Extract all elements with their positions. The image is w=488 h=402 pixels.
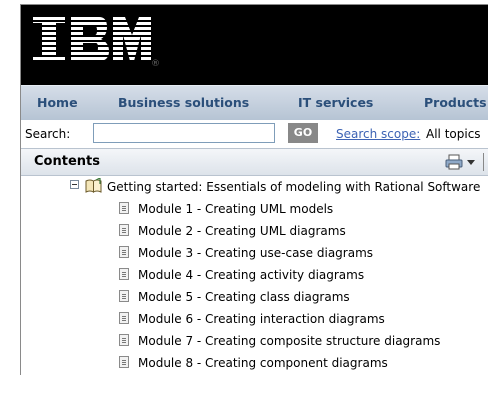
nav-home[interactable]: Home bbox=[37, 95, 78, 110]
module-label: Module 2 - Creating UML diagrams bbox=[138, 224, 346, 238]
topic-document-icon bbox=[119, 312, 129, 324]
collapse-icon[interactable] bbox=[70, 180, 79, 189]
nav-products[interactable]: Products bbox=[424, 95, 487, 110]
dropdown-caret-icon[interactable] bbox=[467, 160, 475, 165]
tree-root-label: Getting started: Essentials of modeling … bbox=[107, 180, 481, 194]
module-label: Module 5 - Creating class diagrams bbox=[138, 290, 350, 304]
topic-document-icon bbox=[119, 334, 129, 346]
masthead: ® bbox=[21, 5, 488, 85]
toolbar-divider bbox=[483, 153, 484, 171]
contents-toolbar: Contents bbox=[21, 148, 488, 176]
ibm-logo[interactable] bbox=[33, 17, 151, 61]
search-scope-link[interactable]: Search scope: bbox=[336, 127, 420, 141]
registered-mark-icon: ® bbox=[151, 59, 160, 69]
print-icon[interactable] bbox=[445, 154, 463, 170]
module-label: Module 4 - Creating activity diagrams bbox=[138, 268, 365, 282]
module-label: Module 3 - Creating use-case diagrams bbox=[138, 246, 374, 260]
module-label: Module 8 - Creating component diagrams bbox=[138, 356, 388, 370]
help-window: ® Home Business solutions IT services Pr… bbox=[20, 4, 488, 375]
search-label: Search: bbox=[25, 127, 71, 141]
search-scope-value: All topics bbox=[426, 127, 481, 141]
open-book-icon bbox=[85, 178, 102, 193]
nav-business-solutions[interactable]: Business solutions bbox=[118, 95, 249, 110]
module-label: Module 7 - Creating composite structure … bbox=[138, 334, 441, 348]
topic-document-icon bbox=[119, 202, 129, 214]
topic-document-icon bbox=[119, 290, 129, 302]
module-label: Module 1 - Creating UML models bbox=[138, 202, 334, 216]
topic-document-icon bbox=[119, 224, 129, 236]
go-button[interactable]: GO bbox=[288, 123, 318, 143]
module-label: Module 6 - Creating interaction diagrams bbox=[138, 312, 385, 326]
top-navigation: Home Business solutions IT services Prod… bbox=[21, 85, 488, 121]
topic-document-icon bbox=[119, 246, 129, 258]
search-input[interactable] bbox=[93, 123, 275, 143]
topic-document-icon bbox=[119, 356, 129, 368]
contents-title: Contents bbox=[34, 154, 100, 169]
topic-document-icon bbox=[119, 268, 129, 280]
search-bar: Search: GO Search scope: All topics bbox=[21, 120, 488, 148]
nav-it-services[interactable]: IT services bbox=[298, 95, 373, 110]
